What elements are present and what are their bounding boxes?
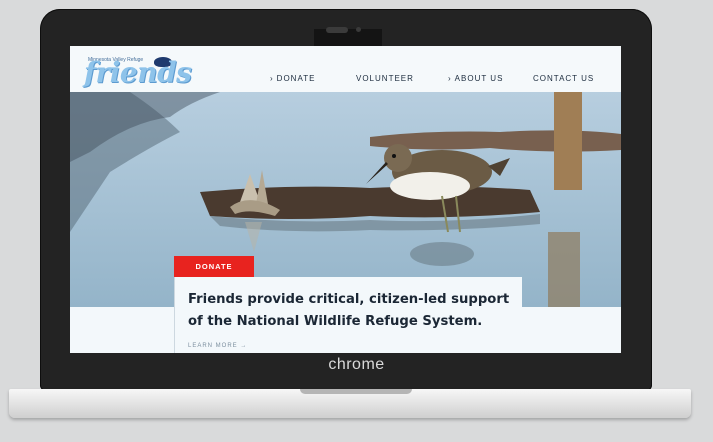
donate-button[interactable]: DONATE bbox=[174, 256, 254, 277]
logo-wordmark: friends bbox=[84, 56, 192, 89]
site-logo[interactable]: Minnesota Valley Refuge friends bbox=[84, 55, 212, 87]
nav-contact[interactable]: CONTACT US bbox=[533, 74, 594, 83]
site-header: Minnesota Valley Refuge friends › DONATE … bbox=[70, 46, 621, 92]
nav-volunteer[interactable]: VOLUNTEER bbox=[356, 74, 414, 83]
laptop-lid-opener bbox=[300, 389, 412, 394]
nav-contact-label: CONTACT US bbox=[533, 74, 595, 83]
hero-card: Friends provide critical, citizen-led su… bbox=[174, 277, 522, 353]
hero-photo bbox=[70, 92, 621, 307]
camera-icon bbox=[356, 27, 361, 32]
nav-donate[interactable]: › DONATE bbox=[270, 74, 315, 83]
nav-donate-label: DONATE bbox=[276, 74, 316, 83]
laptop-screen: Minnesota Valley Refuge friends › DONATE … bbox=[70, 46, 621, 353]
chevron-right-icon: › bbox=[270, 74, 274, 83]
hero-headline: Friends provide critical, citizen-led su… bbox=[188, 292, 510, 329]
learn-more-link[interactable]: LEARN MORE → bbox=[188, 343, 247, 349]
nav-about[interactable]: › ABOUT US bbox=[448, 74, 503, 83]
device-brand-label: chrome bbox=[328, 356, 385, 373]
camera-sensor bbox=[326, 27, 348, 33]
hero-image bbox=[70, 92, 621, 307]
nav-volunteer-label: VOLUNTEER bbox=[356, 74, 414, 83]
nav-about-label: ABOUT US bbox=[454, 74, 504, 83]
chevron-right-icon: › bbox=[448, 74, 452, 83]
